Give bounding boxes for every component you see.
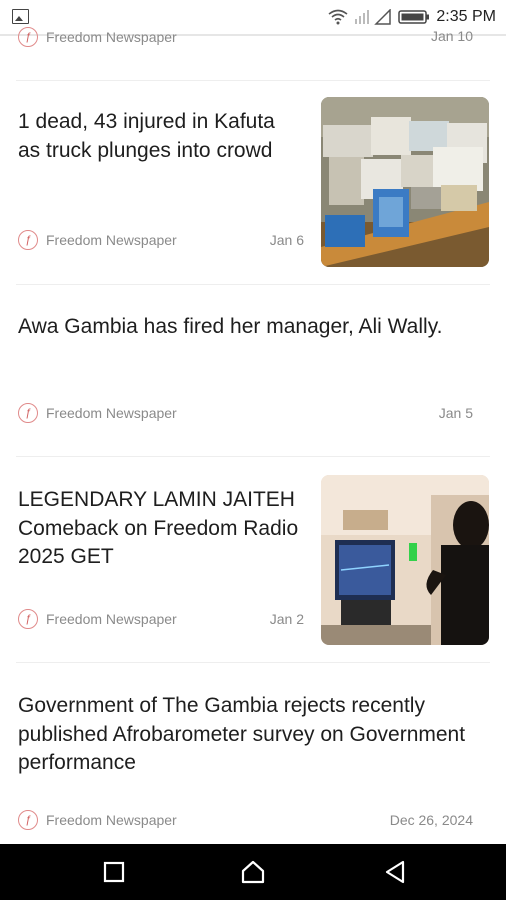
source-name: Freedom Newspaper: [46, 611, 177, 627]
home-icon[interactable]: [239, 858, 267, 886]
article-thumbnail[interactable]: [321, 97, 489, 267]
battery-icon: [398, 10, 430, 24]
article-source: ƒ Freedom Newspaper: [18, 809, 177, 831]
article-title[interactable]: Awa Gambia has fired her manager, Ali Wa…: [18, 313, 458, 342]
freedom-logo-icon: ƒ: [18, 230, 38, 250]
article-source: ƒ Freedom Newspaper: [18, 608, 177, 630]
recent-apps-icon[interactable]: [100, 858, 128, 886]
list-item[interactable]: ƒ Freedom Newspaper Jan 10: [0, 27, 506, 80]
list-item[interactable]: Government of The Gambia rejects recentl…: [0, 662, 506, 844]
source-name: Freedom Newspaper: [46, 232, 177, 248]
signal-icon: [355, 9, 392, 25]
boxes-on-table-image: [321, 97, 489, 267]
article-source: ƒ Freedom Newspaper: [18, 402, 177, 424]
article-source: ƒ Freedom Newspaper: [18, 229, 177, 251]
article-title[interactable]: 1 dead, 43 injured in Kafuta as truck pl…: [18, 108, 293, 165]
list-item[interactable]: Awa Gambia has fired her manager, Ali Wa…: [0, 284, 506, 456]
gallery-icon: [12, 9, 29, 24]
source-name: Freedom Newspaper: [46, 405, 177, 421]
freedom-logo-icon: ƒ: [18, 810, 38, 830]
back-icon[interactable]: [381, 858, 409, 886]
article-date: Jan 10: [430, 28, 473, 44]
list-item[interactable]: 1 dead, 43 injured in Kafuta as truck pl…: [0, 80, 506, 284]
article-thumbnail[interactable]: [321, 475, 489, 645]
source-name: Freedom Newspaper: [46, 29, 177, 45]
freedom-logo-icon: ƒ: [18, 403, 38, 423]
article-date: Jan 2: [269, 611, 304, 627]
navigation-bar: [0, 844, 506, 900]
article-title[interactable]: Government of The Gambia rejects recentl…: [18, 692, 478, 778]
article-title[interactable]: LEGENDARY LAMIN JAITEH Comeback on Freed…: [18, 486, 308, 572]
source-name: Freedom Newspaper: [46, 812, 177, 828]
freedom-logo-icon: ƒ: [18, 609, 38, 629]
list-item[interactable]: LEGENDARY LAMIN JAITEH Comeback on Freed…: [0, 456, 506, 662]
article-date: Jan 5: [438, 405, 473, 421]
article-source: ƒ Freedom Newspaper: [18, 26, 177, 48]
status-time: 2:35 PM: [436, 8, 496, 25]
radio-studio-image: [321, 475, 489, 645]
wifi-icon: [328, 9, 348, 25]
article-date: Jan 6: [269, 232, 304, 248]
freedom-logo-icon: ƒ: [18, 27, 38, 47]
article-date: Dec 26, 2024: [389, 812, 473, 828]
